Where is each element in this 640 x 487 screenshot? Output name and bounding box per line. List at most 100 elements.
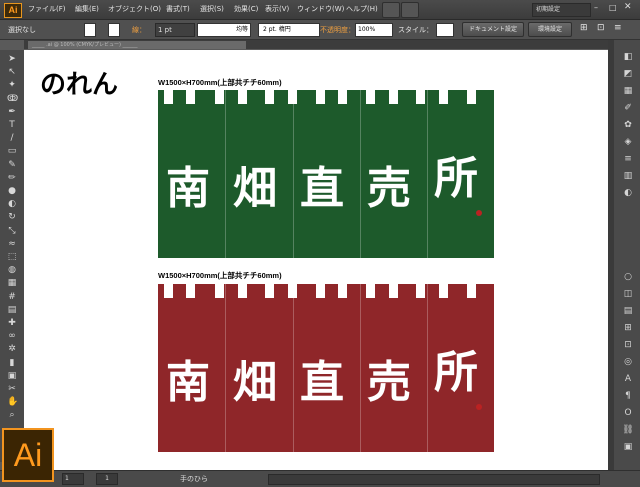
zoom-icon[interactable]: ⌕ xyxy=(7,410,17,420)
stroke-profile-select[interactable]: 均等 xyxy=(197,23,251,37)
brushes-icon[interactable]: ✐ xyxy=(622,103,634,113)
artboards-icon[interactable]: ▤ xyxy=(622,306,634,316)
gradient-icon[interactable]: ▤ xyxy=(7,305,17,315)
menu-view[interactable]: 表示(V) xyxy=(265,4,289,14)
opacity-field[interactable]: 100% xyxy=(355,23,393,37)
free-transform-icon[interactable]: ⬚ xyxy=(7,252,17,262)
bridge-button[interactable] xyxy=(382,2,400,18)
mesh-icon[interactable]: # xyxy=(7,292,17,302)
pen-icon[interactable]: ✒ xyxy=(7,107,17,117)
paragraph-icon[interactable]: ¶ xyxy=(622,391,634,401)
horizontal-scrollbar[interactable] xyxy=(268,474,600,485)
symbol-sprayer-icon[interactable]: ✲ xyxy=(7,344,17,354)
character-icon[interactable]: A xyxy=(622,374,634,384)
panel-divider xyxy=(293,90,294,258)
panel-divider xyxy=(225,284,226,452)
green-noren-curtain[interactable]: 南畑直売所 xyxy=(158,90,494,258)
warp-icon[interactable]: ≈ xyxy=(7,239,17,249)
stroke-icon[interactable]: ≡ xyxy=(622,154,634,164)
fill-swatch[interactable] xyxy=(84,23,96,37)
color-icon[interactable]: ◧ xyxy=(622,52,634,62)
artboard-icon[interactable]: ▣ xyxy=(7,371,17,381)
menu-help[interactable]: ヘルプ(H) xyxy=(346,4,378,14)
align-icon[interactable]: ⊞ xyxy=(622,323,634,333)
links-icon[interactable]: ⛓ xyxy=(622,425,634,435)
menu-effect[interactable]: 効果(C) xyxy=(234,4,258,14)
vertical-scrollbar[interactable] xyxy=(608,40,614,470)
stroke-swatch[interactable] xyxy=(108,23,120,37)
layers-icon[interactable]: ◫ xyxy=(622,289,634,299)
pencil-icon[interactable]: ✏ xyxy=(7,173,17,183)
chichi-loop xyxy=(316,284,325,298)
rotate-icon[interactable]: ↻ xyxy=(7,212,17,222)
eyedropper-icon[interactable]: ✚ xyxy=(7,318,17,328)
transparency-icon[interactable]: ◐ xyxy=(622,188,634,198)
gradient-panel-icon[interactable]: ▥ xyxy=(622,171,634,181)
red-noren-curtain[interactable]: 南畑直売所 xyxy=(158,284,494,452)
artboard-navigation-field[interactable]: 1 xyxy=(96,473,118,485)
color-guide-icon[interactable]: ◩ xyxy=(622,69,634,79)
minimize-icon[interactable]: – xyxy=(594,3,598,12)
slice-icon[interactable]: ✂ xyxy=(7,384,17,394)
menu-file[interactable]: ファイル(F) xyxy=(28,4,66,14)
opacity-label[interactable]: 不透明度： xyxy=(320,25,355,35)
pathfinder-icon[interactable]: ◎ xyxy=(622,357,634,367)
chichi-loop xyxy=(215,284,224,298)
artwork-title: のれん xyxy=(40,70,119,100)
transform-icon[interactable]: ⊡ xyxy=(622,340,634,350)
control-bar: 選択なし 線： 1 pt 均等 2 pt. 楕円 不透明度： 100% スタイル… xyxy=(0,20,640,40)
menu-window[interactable]: ウィンドウ(W) xyxy=(297,4,344,14)
stroke-weight-field[interactable]: 1 pt xyxy=(155,23,195,37)
close-icon[interactable]: ✕ xyxy=(624,2,632,12)
chichi-loop xyxy=(366,90,375,104)
brush-select[interactable]: 2 pt. 楕円 xyxy=(258,23,320,37)
selection-arrow-icon[interactable]: ➤ xyxy=(7,54,17,64)
panel-divider xyxy=(427,284,428,452)
stroke-label[interactable]: 線： xyxy=(132,25,146,35)
blend-icon[interactable]: ∞ xyxy=(7,331,17,341)
arrange-documents-button[interactable] xyxy=(401,2,419,18)
magic-wand-icon[interactable]: ✦ xyxy=(7,80,17,90)
panel-divider xyxy=(360,284,361,452)
paintbrush-icon[interactable]: ✎ xyxy=(7,160,17,170)
shape-builder-icon[interactable]: ◍ xyxy=(7,265,17,275)
perspective-icon[interactable]: ▦ xyxy=(7,278,17,288)
maximize-icon[interactable]: □ xyxy=(609,3,617,12)
align-icon[interactable]: ⊞ xyxy=(580,23,588,33)
graphic-style-swatch[interactable] xyxy=(436,23,454,37)
document-tab[interactable]: _____ .ai @ 100% (CMYK/プレビュー) ______ xyxy=(28,41,246,49)
menu-edit[interactable]: 編集(E) xyxy=(75,4,99,14)
navigator-icon[interactable]: ▣ xyxy=(622,442,634,452)
symbols-icon[interactable]: ✿ xyxy=(622,120,634,130)
direct-selection-icon[interactable]: ↖ xyxy=(7,67,17,77)
chichi-loop xyxy=(215,90,224,104)
column-graph-icon[interactable]: ▮ xyxy=(7,358,17,368)
seal-stamp-icon xyxy=(476,210,482,216)
blob-brush-icon[interactable]: ● xyxy=(7,186,17,196)
lasso-icon[interactable]: ↂ xyxy=(7,94,18,104)
transform-icon[interactable]: ⊡ xyxy=(597,23,605,33)
eraser-icon[interactable]: ◐ xyxy=(7,199,17,209)
appearance-icon[interactable]: ○ xyxy=(622,272,634,282)
document-setup-button[interactable]: ドキュメント設定 xyxy=(462,22,524,37)
chichi-loop xyxy=(238,90,247,104)
zoom-level-field[interactable]: 1 xyxy=(62,473,84,485)
opentype-icon[interactable]: O xyxy=(622,408,634,418)
curtain-character: 所 xyxy=(434,347,478,398)
preferences-button[interactable]: 環境設定 xyxy=(528,22,572,37)
line-icon[interactable]: / xyxy=(7,133,17,143)
rectangle-icon[interactable]: ▭ xyxy=(7,146,17,156)
swatches-icon[interactable]: ▦ xyxy=(622,86,634,96)
scale-icon[interactable]: ⤡ xyxy=(7,226,17,236)
panel-divider xyxy=(293,284,294,452)
curtain-character: 南 xyxy=(166,357,210,408)
workspace-select[interactable]: 初期設定 xyxy=(532,3,591,17)
menu-object[interactable]: オブジェクト(O) xyxy=(108,4,161,14)
graphic-styles-icon[interactable]: ◈ xyxy=(622,137,634,147)
menu-select[interactable]: 選択(S) xyxy=(200,4,224,14)
hand-icon[interactable]: ✋ xyxy=(7,397,18,407)
panel-menu-icon[interactable]: ≡ xyxy=(614,23,622,33)
type-icon[interactable]: T xyxy=(7,120,17,130)
menu-type[interactable]: 書式(T) xyxy=(166,4,190,14)
chichi-loop xyxy=(439,284,448,298)
